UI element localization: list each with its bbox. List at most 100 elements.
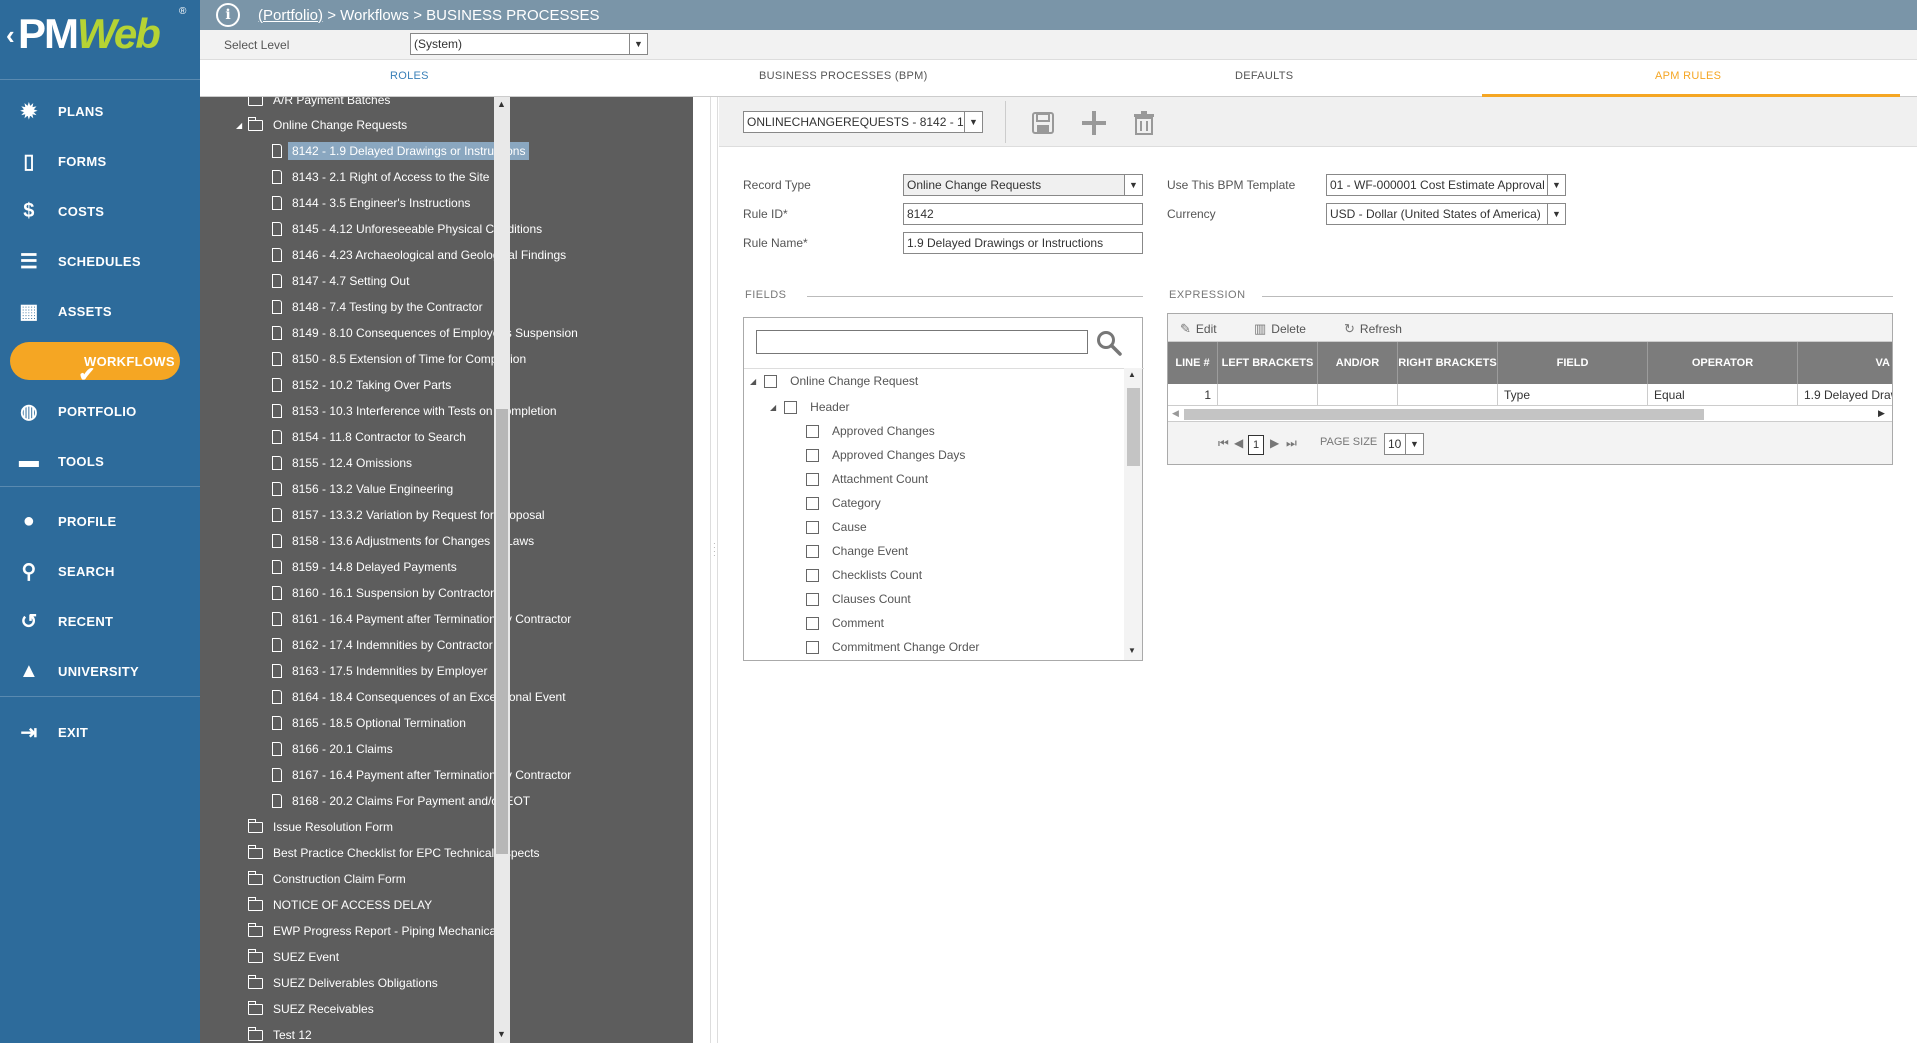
column-header-line[interactable]: LINE # bbox=[1168, 342, 1218, 384]
tree-rule-item[interactable]: 8167 - 16.4 Payment after Termination by… bbox=[272, 764, 571, 786]
scroll-thumb[interactable] bbox=[1127, 388, 1140, 466]
scroll-down-icon[interactable]: ▼ bbox=[497, 1029, 506, 1039]
tree-rule-item[interactable]: 8164 - 18.4 Consequences of an Exception… bbox=[272, 686, 566, 708]
checkbox[interactable] bbox=[784, 400, 798, 414]
field-item[interactable]: Approved Changes bbox=[806, 421, 935, 441]
cell-line[interactable]: 1 bbox=[1168, 384, 1218, 406]
column-header-right-brackets[interactable]: RIGHT BRACKETS bbox=[1398, 342, 1498, 384]
select-level-dropdown[interactable]: (System) ▼ bbox=[410, 33, 648, 55]
nav-university[interactable]: ▲ UNIVERSITY bbox=[0, 646, 200, 696]
scroll-left-icon[interactable]: ◀ bbox=[1172, 408, 1179, 419]
tree-folder[interactable]: NOTICE OF ACCESS DELAY bbox=[248, 894, 432, 916]
currency-dropdown[interactable]: USD - Dollar (United States of America) … bbox=[1326, 203, 1566, 225]
column-header-field[interactable]: FIELD bbox=[1498, 342, 1648, 384]
field-item[interactable]: Category bbox=[806, 493, 881, 513]
nav-plans[interactable]: ✹ PLANS bbox=[0, 86, 200, 136]
column-header-left-brackets[interactable]: LEFT BRACKETS bbox=[1218, 342, 1318, 384]
tree-rule-item[interactable]: 8150 - 8.5 Extension of Time for Complet… bbox=[272, 348, 526, 370]
grid-horizontal-scrollbar[interactable]: ◀ ▶ bbox=[1168, 406, 1892, 422]
tree-rule-item[interactable]: 8149 - 8.10 Consequences of Employer's S… bbox=[272, 322, 578, 344]
tree-rule-item[interactable]: 8165 - 18.5 Optional Termination bbox=[272, 712, 466, 734]
chevron-down-icon[interactable]: ▼ bbox=[1547, 204, 1565, 224]
panel-splitter[interactable]: · · · · bbox=[710, 97, 718, 1043]
nav-forms[interactable]: ▯ FORMS bbox=[0, 136, 200, 186]
field-item[interactable]: Comment bbox=[806, 613, 884, 633]
fields-tree-group[interactable]: ◢ Header bbox=[770, 397, 850, 417]
nav-schedules[interactable]: ☰ SCHEDULES bbox=[0, 236, 200, 286]
tree-rule-item[interactable]: 8166 - 20.1 Claims bbox=[272, 738, 393, 760]
fields-tree-root[interactable]: ◢ Online Change Request bbox=[750, 371, 918, 391]
field-item[interactable]: Approved Changes Days bbox=[806, 445, 965, 465]
refresh-button[interactable]: ↻ Refresh bbox=[1344, 321, 1402, 337]
bpm-template-dropdown[interactable]: 01 - WF-000001 Cost Estimate Approval ▼ bbox=[1326, 174, 1566, 196]
scroll-up-icon[interactable]: ▲ bbox=[497, 99, 506, 109]
checkbox[interactable] bbox=[764, 374, 778, 388]
nav-costs[interactable]: $ COSTS bbox=[0, 186, 200, 236]
field-item[interactable]: Clauses Count bbox=[806, 589, 911, 609]
nav-tools[interactable]: ▬ TOOLS bbox=[0, 436, 200, 486]
record-type-dropdown[interactable]: Online Change Requests ▼ bbox=[903, 174, 1143, 196]
fields-search-input[interactable] bbox=[756, 330, 1088, 354]
save-icon[interactable] bbox=[1029, 109, 1057, 137]
cell-left-brackets[interactable] bbox=[1218, 384, 1318, 406]
tree-rule-item[interactable]: 8160 - 16.1 Suspension by Contractor bbox=[272, 582, 494, 604]
cell-right-brackets[interactable] bbox=[1398, 384, 1498, 406]
cell-field[interactable]: Type bbox=[1498, 384, 1648, 406]
tab-business-processes[interactable]: BUSINESS PROCESSES (BPM) bbox=[759, 70, 928, 82]
tab-defaults[interactable]: DEFAULTS bbox=[1235, 70, 1293, 82]
tree-rule-item[interactable]: 8147 - 4.7 Setting Out bbox=[272, 270, 409, 292]
tree-folder[interactable]: Construction Claim Form bbox=[248, 868, 406, 890]
tree-rule-item[interactable]: 8148 - 7.4 Testing by the Contractor bbox=[272, 296, 483, 318]
chevron-down-icon[interactable]: ▼ bbox=[1405, 434, 1423, 454]
rule-name-input[interactable]: 1.9 Delayed Drawings or Instructions bbox=[903, 232, 1143, 254]
tree-rule-item[interactable]: 8168 - 20.2 Claims For Payment and/or EO… bbox=[272, 790, 530, 812]
tree-rule-item[interactable]: 8154 - 11.8 Contractor to Search bbox=[272, 426, 466, 448]
nav-recent[interactable]: ↺ RECENT bbox=[0, 596, 200, 646]
nav-assets[interactable]: ▦ ASSETS bbox=[0, 286, 200, 336]
tree-scrollbar[interactable]: ▲ ▼ bbox=[494, 97, 510, 1043]
tab-roles[interactable]: ROLES bbox=[390, 70, 429, 82]
nav-search[interactable]: ⚲ SEARCH bbox=[0, 546, 200, 596]
tree-rule-item[interactable]: 8155 - 12.4 Omissions bbox=[272, 452, 412, 474]
last-page-icon[interactable]: ⏭ bbox=[1286, 436, 1297, 451]
tree-rule-item[interactable]: 8159 - 14.8 Delayed Payments bbox=[272, 556, 457, 578]
checkbox[interactable] bbox=[806, 616, 819, 630]
checkbox[interactable] bbox=[806, 448, 819, 462]
next-page-icon[interactable]: ▶ bbox=[1270, 436, 1279, 450]
tree-rule-item[interactable]: 8146 - 4.23 Archaeological and Geologica… bbox=[272, 244, 566, 266]
scroll-down-icon[interactable]: ▼ bbox=[1128, 646, 1136, 655]
scroll-thumb[interactable] bbox=[496, 409, 508, 854]
nav-workflows[interactable]: ✔ WORKFLOWS bbox=[0, 336, 200, 386]
column-header-operator[interactable]: OPERATOR bbox=[1648, 342, 1798, 384]
expand-icon[interactable]: ◢ bbox=[750, 377, 756, 386]
tree-folder[interactable]: SUEZ Deliverables Obligations bbox=[248, 972, 438, 994]
cell-and-or[interactable] bbox=[1318, 384, 1398, 406]
scroll-up-icon[interactable]: ▲ bbox=[1128, 370, 1136, 379]
column-header-and-or[interactable]: AND/OR bbox=[1318, 342, 1398, 384]
tree-folder[interactable]: Issue Resolution Form bbox=[248, 816, 393, 838]
tree-rule-item[interactable]: 8162 - 17.4 Indemnities by Contractor bbox=[272, 634, 493, 656]
rule-select-dropdown[interactable]: ONLINECHANGEREQUESTS - 8142 - 1.9 Delaye… bbox=[743, 111, 983, 133]
field-item[interactable]: Attachment Count bbox=[806, 469, 928, 489]
expand-icon[interactable]: ◢ bbox=[236, 121, 242, 130]
nav-exit[interactable]: ⇥ EXIT bbox=[0, 707, 200, 757]
scroll-thumb[interactable] bbox=[1184, 409, 1704, 420]
tree-folder[interactable]: ◢ Online Change Requests bbox=[236, 114, 407, 136]
tree-folder[interactable]: SUEZ Receivables bbox=[248, 998, 374, 1020]
nav-profile[interactable]: ● PROFILE bbox=[0, 496, 200, 546]
expand-icon[interactable]: ◢ bbox=[770, 403, 776, 412]
back-icon[interactable]: ‹ bbox=[6, 20, 15, 51]
trash-icon[interactable] bbox=[1130, 109, 1158, 137]
page-size-dropdown[interactable]: 10 ▼ bbox=[1384, 433, 1424, 455]
checkbox[interactable] bbox=[806, 424, 819, 438]
tree-rule-item[interactable]: 8143 - 2.1 Right of Access to the Site bbox=[272, 166, 489, 188]
chevron-down-icon[interactable]: ▼ bbox=[629, 34, 647, 54]
tree-rule-item[interactable]: 8153 - 10.3 Interference with Tests on C… bbox=[272, 400, 557, 422]
fields-scrollbar[interactable]: ▲ ▼ bbox=[1124, 368, 1142, 660]
chevron-down-icon[interactable]: ▼ bbox=[1124, 175, 1142, 195]
chevron-down-icon[interactable]: ▼ bbox=[1547, 175, 1565, 195]
first-page-icon[interactable]: ⏮ bbox=[1218, 436, 1229, 451]
tree-rule-item[interactable]: 8144 - 3.5 Engineer's Instructions bbox=[272, 192, 470, 214]
table-row[interactable]: 1 Type Equal 1.9 Delayed Drawings or Ins… bbox=[1168, 384, 1892, 406]
field-item[interactable]: Commitment Change Order bbox=[806, 637, 979, 657]
